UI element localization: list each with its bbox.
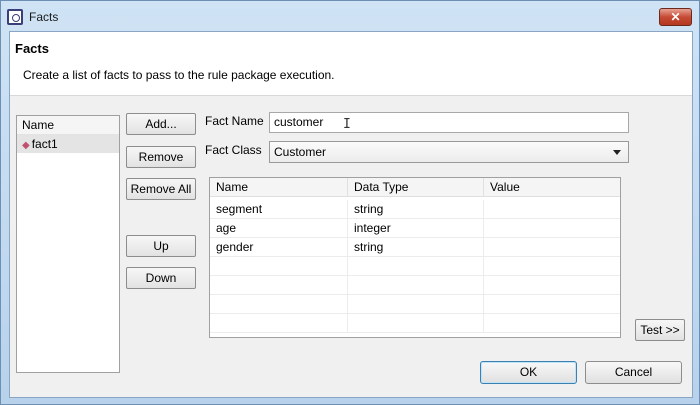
fact-class-label: Fact Class: [205, 143, 262, 157]
fact-list-header: Name: [17, 116, 119, 135]
fact-name-label: Fact Name: [205, 114, 264, 128]
dialog-header: Facts Create a list of facts to pass to …: [10, 32, 692, 96]
facts-dialog: Facts ✕ Facts Create a list of facts to …: [0, 0, 700, 405]
empty-cell: [347, 314, 483, 333]
table-header: Name Data Type Value: [210, 178, 620, 197]
cell-name: gender: [216, 240, 254, 254]
cell-name: segment: [216, 202, 263, 216]
cell-value[interactable]: [483, 200, 620, 219]
table-row[interactable]: gender string: [210, 238, 620, 257]
cell-type: string: [347, 200, 483, 219]
empty-cell: [210, 314, 347, 333]
empty-cell: [483, 276, 620, 295]
empty-cell: [210, 276, 347, 295]
cell-value[interactable]: [483, 219, 620, 238]
remove-button[interactable]: Remove: [126, 146, 196, 168]
test-button[interactable]: Test >>: [635, 319, 685, 341]
attributes-table[interactable]: Name Data Type Value segment string age …: [209, 177, 621, 338]
table-row[interactable]: segment string: [210, 200, 620, 219]
remove-all-button[interactable]: Remove All: [126, 178, 196, 200]
empty-cell: [483, 295, 620, 314]
empty-cell: [347, 257, 483, 276]
fact-name-input[interactable]: customer: [269, 112, 629, 133]
cancel-button[interactable]: Cancel: [585, 361, 682, 384]
header-title: Facts: [15, 41, 49, 56]
cell-type: string: [347, 238, 483, 257]
table-row-empty: [210, 257, 620, 276]
empty-cell: [210, 295, 347, 314]
title-bar: Facts ✕: [1, 1, 699, 31]
table-row-empty: [210, 276, 620, 295]
empty-cell: [483, 257, 620, 276]
column-value[interactable]: Value: [483, 178, 620, 197]
chevron-down-icon[interactable]: [613, 150, 621, 155]
cell-type: integer: [347, 219, 483, 238]
cell-value[interactable]: [483, 238, 620, 257]
cell-name: age: [216, 221, 237, 235]
empty-cell: [210, 257, 347, 276]
dialog-body: Facts Create a list of facts to pass to …: [9, 31, 693, 398]
close-button[interactable]: ✕: [659, 8, 692, 26]
fact-list[interactable]: Name ◆ fact1: [16, 115, 120, 373]
fact-class-value: Customer: [274, 145, 327, 159]
up-button[interactable]: Up: [126, 235, 196, 257]
ok-button[interactable]: OK: [480, 361, 577, 384]
empty-cell: [483, 314, 620, 333]
header-description: Create a list of facts to pass to the ru…: [23, 68, 335, 82]
list-item[interactable]: ◆ fact1: [17, 135, 119, 153]
table-row[interactable]: age integer: [210, 219, 620, 238]
text-cursor-icon: I: [343, 117, 351, 132]
window-title: Facts: [29, 10, 59, 24]
empty-cell: [347, 295, 483, 314]
empty-cell: [347, 276, 483, 295]
table-row-empty: [210, 295, 620, 314]
fact-label: fact1: [31, 137, 58, 151]
app-icon: [7, 9, 23, 25]
fact-icon: ◆: [22, 140, 30, 151]
add-button[interactable]: Add...: [126, 113, 196, 135]
column-name[interactable]: Name: [210, 178, 347, 197]
table-row-empty: [210, 314, 620, 333]
down-button[interactable]: Down: [126, 267, 196, 289]
column-data-type[interactable]: Data Type: [347, 178, 483, 197]
fact-class-select[interactable]: Customer: [269, 141, 629, 163]
